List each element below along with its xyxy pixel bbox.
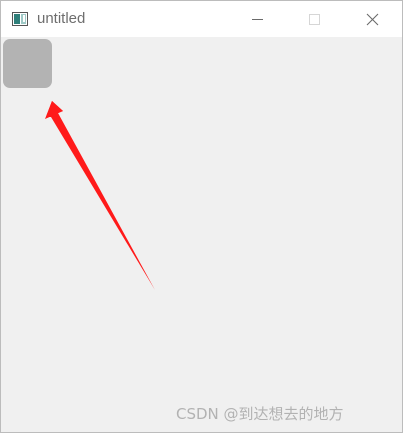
app-window: untitled CSDN @到达想去的地方 xyxy=(0,0,403,433)
close-icon xyxy=(366,13,379,26)
maximize-icon xyxy=(309,14,320,25)
annotation-arrow xyxy=(45,101,155,290)
close-button[interactable] xyxy=(349,1,395,37)
client-area: CSDN @到达想去的地方 xyxy=(1,37,402,432)
title-bar[interactable]: untitled xyxy=(1,1,402,37)
app-window-icon xyxy=(12,12,28,26)
maximize-button[interactable] xyxy=(291,1,337,37)
minimize-button[interactable] xyxy=(235,1,281,37)
watermark: CSDN @到达想去的地方 xyxy=(176,405,344,423)
minimize-icon xyxy=(252,19,263,20)
window-title: untitled xyxy=(37,10,86,27)
